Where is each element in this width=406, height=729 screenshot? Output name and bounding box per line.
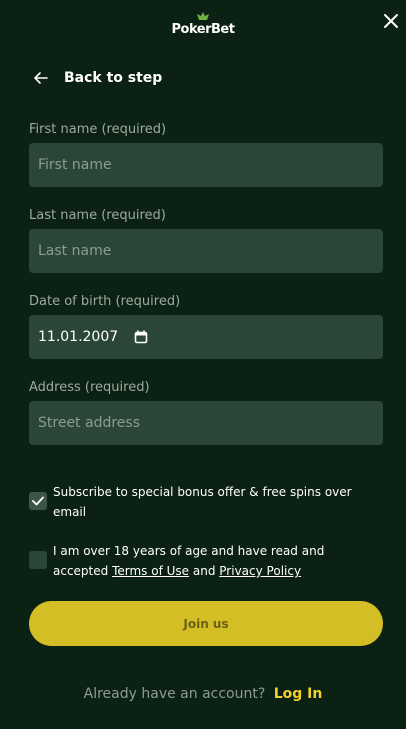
subscribe-consent-row: Subscribe to special bonus offer & free … <box>29 482 379 522</box>
logo-icon <box>197 12 209 20</box>
dob-value: 11.01.2007 <box>38 329 119 345</box>
login-prompt-text: Already have an account? <box>83 686 266 702</box>
first-name-label: First name (required) <box>29 122 167 137</box>
age-consent-and: and <box>192 564 216 578</box>
checkmark-icon <box>32 496 44 506</box>
close-button[interactable] <box>378 8 404 34</box>
dob-field[interactable]: 11.01.2007 <box>29 315 383 359</box>
age-consent-text: I am over 18 years of age and have read … <box>53 541 379 581</box>
back-arrow-icon <box>34 72 48 84</box>
join-us-button[interactable]: Join us <box>29 601 383 646</box>
address-placeholder: Street address <box>38 415 140 431</box>
logo: PokerBet <box>0 12 406 40</box>
last-name-placeholder: Last name <box>38 243 112 259</box>
last-name-field[interactable]: Last name <box>29 229 383 273</box>
calendar-icon[interactable] <box>134 330 148 344</box>
back-label: Back to step <box>64 70 163 86</box>
first-name-placeholder: First name <box>38 157 112 173</box>
last-name-label: Last name (required) <box>29 208 166 223</box>
subscribe-checkbox[interactable] <box>29 492 47 510</box>
log-in-link[interactable]: Log In <box>274 686 323 702</box>
terms-of-use-link[interactable]: Terms of Use <box>112 564 189 578</box>
first-name-field[interactable]: First name <box>29 143 383 187</box>
subscribe-text: Subscribe to special bonus offer & free … <box>53 485 352 519</box>
close-icon <box>384 14 398 28</box>
dob-label: Date of birth (required) <box>29 294 181 309</box>
age-terms-checkbox[interactable] <box>29 551 47 569</box>
privacy-policy-link[interactable]: Privacy Policy <box>219 564 301 578</box>
address-label: Address (required) <box>29 380 150 395</box>
brand-name: PokerBet <box>171 22 235 37</box>
back-to-step-link[interactable]: Back to step <box>34 68 162 88</box>
address-field[interactable]: Street address <box>29 401 383 445</box>
registration-screen: PokerBet Back to step First name (requir… <box>0 0 406 729</box>
age-consent-row: I am over 18 years of age and have read … <box>29 541 379 581</box>
login-prompt: Already have an account? Log In <box>0 686 406 702</box>
